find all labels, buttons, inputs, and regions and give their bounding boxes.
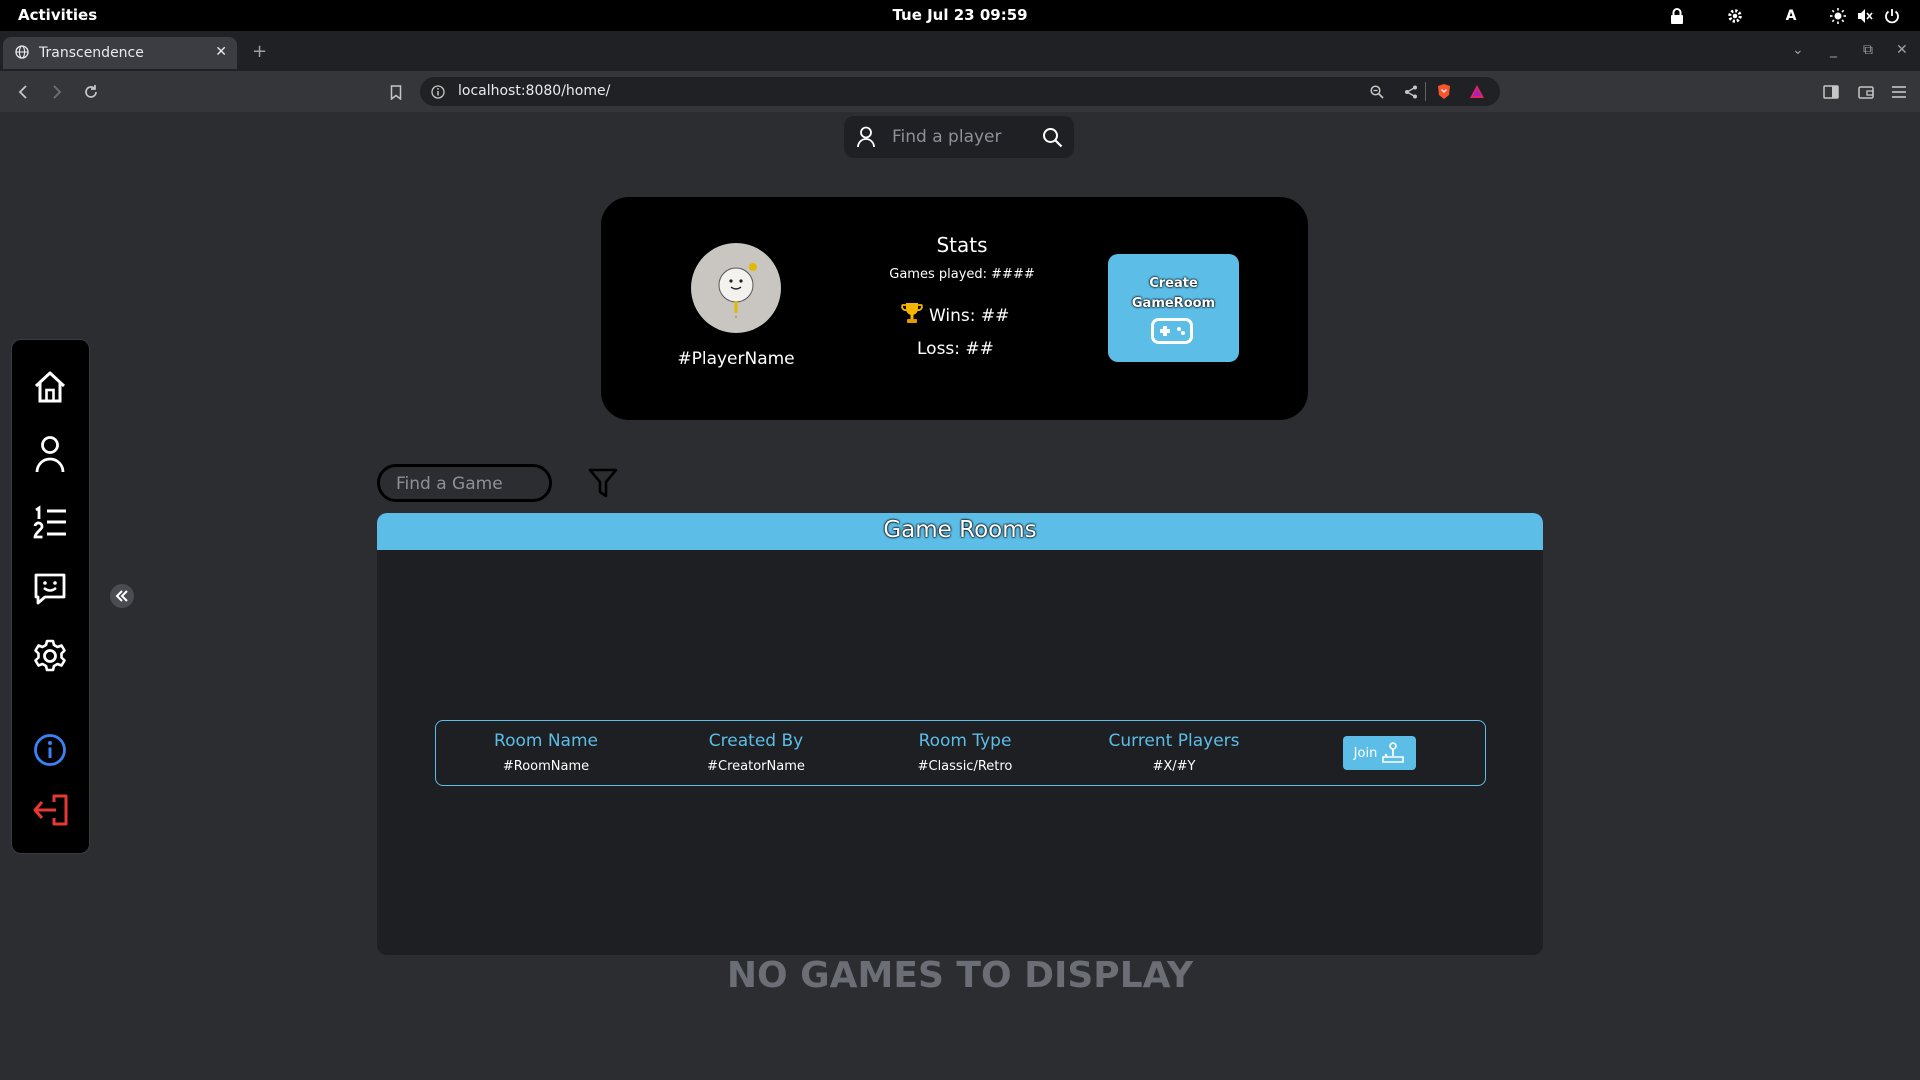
room-type-column: Room Type #Classic/Retro (865, 721, 1065, 774)
tab-search-chevron-icon[interactable]: ⌄ (1792, 42, 1804, 58)
sidebar-nav (11, 339, 90, 854)
browser-tab[interactable]: Transcendence ✕ (3, 37, 237, 69)
current-players-value: #X/#Y (1152, 759, 1196, 774)
current-players-header: Current Players (1108, 731, 1240, 751)
wallet-icon[interactable] (1855, 81, 1877, 103)
user-icon (35, 436, 65, 473)
create-gameroom-button[interactable]: Create GameRoom (1108, 254, 1239, 362)
site-info-icon[interactable] (431, 84, 445, 103)
join-label: Join (1353, 745, 1378, 761)
gamepad-icon (1151, 318, 1193, 348)
avatar[interactable] (691, 243, 781, 333)
sidebar-toggle-icon[interactable] (1820, 81, 1842, 103)
power-icon[interactable] (1882, 0, 1902, 31)
logout-icon (33, 794, 68, 826)
wins-label: Wins: ## (929, 305, 1010, 326)
brave-shields-icon[interactable] (1436, 83, 1452, 104)
chat-icon (34, 573, 66, 605)
filter-button[interactable] (588, 467, 618, 499)
sidebar-item-leaderboard[interactable] (30, 502, 70, 542)
room-type-header: Room Type (918, 731, 1012, 751)
avatar-image (718, 263, 757, 318)
browser-tab-bar: Transcendence ✕ + (0, 31, 1920, 71)
input-method-indicator[interactable]: A (1781, 0, 1801, 31)
player-name[interactable]: #PlayerName (661, 349, 811, 369)
wins-stat: Wins: ## (901, 301, 1009, 330)
clock[interactable]: Tue Jul 23 09:59 (892, 6, 1027, 24)
sidebar-item-info[interactable] (30, 730, 70, 770)
created-by-header: Created By (708, 731, 804, 751)
ranking-list-icon (33, 505, 66, 539)
trophy-icon (901, 301, 923, 330)
restore-icon[interactable]: ⧉ (1863, 42, 1873, 58)
join-button[interactable]: Join (1343, 736, 1416, 770)
room-name-value: #RoomName (502, 759, 590, 774)
collapse-sidebar-button[interactable] (110, 584, 134, 608)
empty-state-message: NO GAMES TO DISPLAY (726, 955, 1194, 996)
zoom-icon[interactable] (1370, 84, 1384, 103)
game-rooms-title: Game Rooms (377, 513, 1543, 550)
brightness-icon[interactable] (1828, 0, 1848, 31)
game-rooms-panel: Game Rooms Room Name #RoomName Created B… (377, 513, 1543, 955)
user-icon (856, 126, 876, 152)
player-search-bar (844, 116, 1074, 158)
reload-icon[interactable] (80, 81, 102, 103)
game-search-bar (377, 464, 552, 502)
joystick-icon (1382, 742, 1405, 763)
sidebar-item-logout[interactable] (30, 790, 70, 830)
settings-tray-icon[interactable] (1724, 0, 1746, 31)
globe-icon (15, 44, 29, 63)
stats-title: Stats (936, 233, 988, 257)
brave-rewards-icon[interactable] (1469, 84, 1485, 103)
room-type-value: #Classic/Retro (917, 759, 1013, 774)
game-room-row: Room Name #RoomName Created By #CreatorN… (435, 720, 1486, 786)
room-name-header: Room Name (494, 731, 598, 751)
tab-title: Transcendence (39, 45, 144, 61)
profile-card: #PlayerName Stats Games played: #### Win… (601, 197, 1308, 420)
games-played-stat: Games played: #### (889, 267, 1035, 282)
player-search-input[interactable] (892, 124, 1032, 150)
lock-icon[interactable] (1666, 0, 1688, 31)
menu-icon[interactable] (1888, 81, 1910, 103)
sidebar-item-chat[interactable] (30, 569, 70, 609)
url-text: localhost:8080/home/ (458, 83, 611, 99)
toolbar-divider (1425, 82, 1426, 101)
page-content: #PlayerName Stats Games played: #### Win… (0, 112, 1920, 1080)
double-chevron-left-icon (115, 590, 128, 602)
system-top-bar: Activities Tue Jul 23 09:59 A (0, 0, 1920, 31)
forward-icon[interactable] (46, 81, 68, 103)
created-by-column: Created By #CreatorName (656, 721, 856, 774)
tab-close-icon[interactable]: ✕ (215, 44, 227, 60)
bookmark-icon[interactable] (385, 81, 407, 103)
activities-button[interactable]: Activities (18, 6, 97, 24)
search-icon[interactable] (1042, 127, 1063, 152)
address-bar[interactable]: localhost:8080/home/ (420, 77, 1500, 106)
current-players-column: Current Players #X/#Y (1074, 721, 1274, 774)
create-label-line1: Create (1149, 276, 1198, 291)
sidebar-item-settings[interactable] (30, 636, 70, 676)
loss-stat: Loss: ## (917, 339, 994, 359)
close-window-icon[interactable]: ✕ (1896, 42, 1908, 58)
home-icon (34, 371, 66, 403)
game-search-input[interactable] (396, 473, 536, 495)
info-icon (34, 734, 66, 766)
room-name-column: Room Name #RoomName (446, 721, 646, 774)
share-icon[interactable] (1404, 84, 1418, 103)
filter-icon (588, 468, 618, 498)
new-tab-icon[interactable]: + (252, 41, 267, 62)
minimize-icon[interactable]: _ (1830, 42, 1837, 58)
sidebar-item-home[interactable] (30, 367, 70, 407)
created-by-value: #CreatorName (707, 759, 805, 774)
sidebar-item-profile[interactable] (30, 434, 70, 474)
gear-icon (34, 639, 66, 672)
back-icon[interactable] (12, 81, 34, 103)
create-label-line2: GameRoom (1131, 296, 1216, 311)
volume-muted-icon[interactable] (1855, 0, 1875, 31)
